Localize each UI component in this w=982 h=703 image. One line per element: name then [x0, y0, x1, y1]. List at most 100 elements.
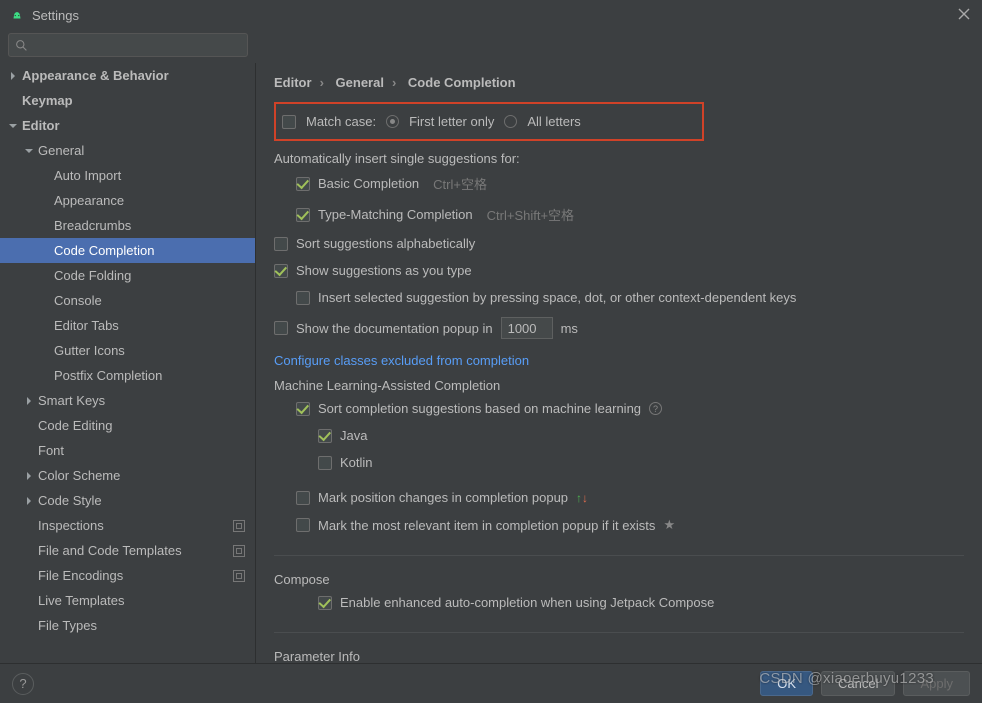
chevron-down-icon [24, 146, 34, 156]
chk-ml-sort[interactable] [296, 402, 310, 416]
tree-item-general[interactable]: General [0, 138, 255, 163]
chk-mark-position[interactable] [296, 491, 310, 505]
settings-tree[interactable]: Appearance & Behavior Keymap Editor General… [0, 63, 256, 696]
chevron-placeholder [24, 621, 34, 631]
search-input[interactable] [8, 33, 248, 57]
tree-item-label: Appearance & Behavior [22, 68, 169, 83]
tree-item-label: Code Editing [38, 418, 112, 433]
tree-item-code-folding[interactable]: Code Folding [0, 263, 255, 288]
tree-item-label: Code Folding [54, 268, 131, 283]
tree-item-file-types[interactable]: File Types [0, 613, 255, 638]
tree-item-appearance-behavior[interactable]: Appearance & Behavior [0, 63, 255, 88]
ok-button[interactable]: OK [760, 671, 813, 696]
doc-popup-ms-input[interactable] [501, 317, 553, 339]
tree-item-auto-import[interactable]: Auto Import [0, 163, 255, 188]
chk-insert-on-space[interactable] [296, 291, 310, 305]
tree-item-live-templates[interactable]: Live Templates [0, 588, 255, 613]
tree-item-label: Code Completion [54, 243, 154, 258]
chevron-placeholder [8, 96, 18, 106]
tree-item-code-style[interactable]: Code Style [0, 488, 255, 513]
chevron-placeholder [24, 421, 34, 431]
tree-item-smart-keys[interactable]: Smart Keys [0, 388, 255, 413]
tree-item-code-editing[interactable]: Code Editing [0, 413, 255, 438]
chevron-right-icon [24, 496, 34, 506]
tree-item-file-encodings[interactable]: File Encodings [0, 563, 255, 588]
help-icon[interactable]: ? [649, 402, 662, 415]
project-scope-icon [233, 545, 245, 557]
chk-type-matching[interactable] [296, 208, 310, 222]
chevron-placeholder [24, 571, 34, 581]
chevron-placeholder [40, 271, 50, 281]
tree-item-font[interactable]: Font [0, 438, 255, 463]
chevron-placeholder [24, 596, 34, 606]
chevron-placeholder [40, 171, 50, 181]
tree-item-label: File Types [38, 618, 97, 633]
auto-insert-header: Automatically insert single suggestions … [274, 145, 964, 168]
tree-item-label: Postfix Completion [54, 368, 162, 383]
breadcrumb: Editor› General› Code Completion [274, 71, 964, 102]
chk-basic-completion[interactable] [296, 177, 310, 191]
tree-item-color-scheme[interactable]: Color Scheme [0, 463, 255, 488]
chk-ml-java[interactable] [318, 429, 332, 443]
radio-all-letters[interactable] [504, 115, 517, 128]
tree-item-label: Keymap [22, 93, 73, 108]
tree-item-file-and-code-templates[interactable]: File and Code Templates [0, 538, 255, 563]
tree-item-label: General [38, 143, 84, 158]
chevron-placeholder [24, 521, 34, 531]
project-scope-icon [233, 570, 245, 582]
radio-first-letter[interactable] [386, 115, 399, 128]
apply-button[interactable]: Apply [903, 671, 970, 696]
chk-mark-relevant[interactable] [296, 518, 310, 532]
tree-item-code-completion[interactable]: Code Completion [0, 238, 255, 263]
tree-item-console[interactable]: Console [0, 288, 255, 313]
match-case-checkbox[interactable] [282, 115, 296, 129]
content-pane: Editor› General› Code Completion Match c… [256, 63, 982, 696]
match-case-row: Match case: First letter only All letter… [274, 102, 704, 141]
tree-item-breadcrumbs[interactable]: Breadcrumbs [0, 213, 255, 238]
up-down-arrows-icon: ↑↓ [576, 491, 588, 505]
tree-item-label: Breadcrumbs [54, 218, 131, 233]
chevron-placeholder [24, 446, 34, 456]
tree-item-keymap[interactable]: Keymap [0, 88, 255, 113]
compose-header: Compose [274, 566, 964, 589]
tree-item-label: File and Code Templates [38, 543, 182, 558]
tree-item-label: Color Scheme [38, 468, 120, 483]
chk-show-as-type[interactable] [274, 264, 288, 278]
chevron-right-icon [8, 71, 18, 81]
search-icon [15, 39, 28, 52]
search-field[interactable] [32, 38, 241, 52]
ml-header: Machine Learning-Assisted Completion [274, 372, 964, 395]
help-button[interactable]: ? [12, 673, 34, 695]
project-scope-icon [233, 520, 245, 532]
tree-item-gutter-icons[interactable]: Gutter Icons [0, 338, 255, 363]
chevron-down-icon [8, 121, 18, 131]
chk-sort-alpha[interactable] [274, 237, 288, 251]
tree-item-editor[interactable]: Editor [0, 113, 255, 138]
chk-doc-popup[interactable] [274, 321, 288, 335]
tree-item-label: Appearance [54, 193, 124, 208]
titlebar: Settings [0, 0, 982, 30]
dialog-footer: ? OK Cancel Apply [0, 663, 982, 703]
tree-item-appearance[interactable]: Appearance [0, 188, 255, 213]
match-case-label: Match case: [306, 114, 376, 129]
chevron-placeholder [24, 546, 34, 556]
tree-item-label: Live Templates [38, 593, 124, 608]
tree-item-label: File Encodings [38, 568, 123, 583]
tree-item-label: Editor Tabs [54, 318, 119, 333]
chk-ml-kotlin[interactable] [318, 456, 332, 470]
star-icon: ★ [663, 517, 675, 533]
tree-item-label: Inspections [38, 518, 104, 533]
tree-item-label: Console [54, 293, 102, 308]
chk-compose-enable[interactable] [318, 596, 332, 610]
cancel-button[interactable]: Cancel [821, 671, 895, 696]
tree-item-label: Editor [22, 118, 60, 133]
tree-item-postfix-completion[interactable]: Postfix Completion [0, 363, 255, 388]
tree-item-editor-tabs[interactable]: Editor Tabs [0, 313, 255, 338]
chevron-placeholder [40, 196, 50, 206]
tree-item-label: Smart Keys [38, 393, 105, 408]
chevron-placeholder [40, 346, 50, 356]
close-icon[interactable] [958, 8, 970, 23]
tree-item-label: Font [38, 443, 64, 458]
configure-excluded-link[interactable]: Configure classes excluded from completi… [274, 345, 529, 372]
tree-item-inspections[interactable]: Inspections [0, 513, 255, 538]
